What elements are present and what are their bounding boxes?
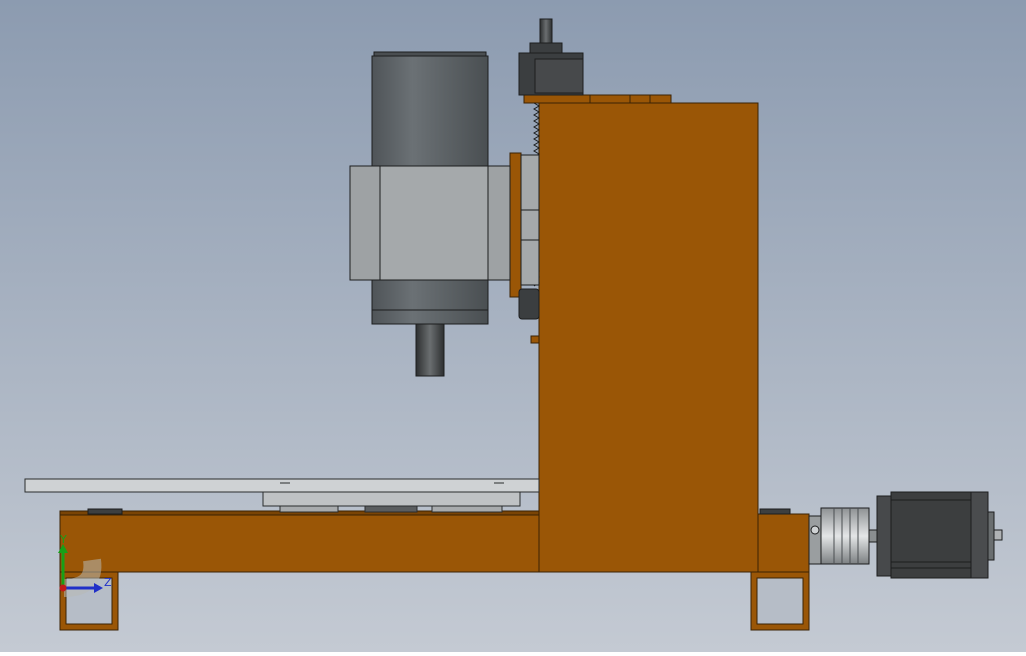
- column-small-tab: [530, 335, 540, 344]
- triad-z-label: Z: [104, 576, 112, 589]
- base-right-block[interactable]: [756, 513, 810, 573]
- stepper-rear-shaft-tip: [993, 529, 1003, 541]
- spindle-clamp[interactable]: [379, 165, 489, 281]
- triad-x-origin: [59, 584, 67, 592]
- stepper-front-flange: [876, 495, 892, 577]
- coupling-body[interactable]: [820, 507, 870, 565]
- column[interactable]: [523, 94, 759, 573]
- coupling-screw: [810, 525, 820, 535]
- base-bolt-left: [87, 508, 123, 515]
- table-rail-block-3: [431, 505, 503, 513]
- z-carriage-plate[interactable]: [509, 152, 522, 298]
- base-beam[interactable]: [59, 513, 541, 573]
- stepper-motor-icon[interactable]: [876, 491, 1003, 579]
- right-foot-inner: [756, 577, 804, 625]
- triad-y-label: Y: [59, 533, 67, 546]
- stepper-rear-shaft: [987, 511, 995, 561]
- shaft-coupling-icon[interactable]: [808, 507, 880, 565]
- stepper-rear-cap: [970, 491, 989, 579]
- table-saddle[interactable]: [262, 491, 521, 507]
- base-bolt-right: [759, 508, 791, 515]
- z-motor-mount-top: [529, 42, 563, 54]
- cad-viewport[interactable]: Y Z: [0, 0, 1026, 652]
- column-top-plate[interactable]: [523, 94, 672, 104]
- z-lower-bearing-block: [518, 288, 540, 320]
- table-top-plate[interactable]: [24, 478, 540, 493]
- spindle-clamp-right: [487, 165, 511, 281]
- spindle-shaft[interactable]: [415, 323, 445, 377]
- model-canvas[interactable]: Y Z: [0, 0, 1026, 652]
- stepper-body[interactable]: [890, 491, 972, 579]
- coupling-mount: [808, 515, 822, 565]
- column-body[interactable]: [538, 102, 759, 573]
- table-rail-block-1: [279, 505, 339, 513]
- z-motor-block-face: [534, 58, 584, 94]
- spindle-clamp-left[interactable]: [349, 165, 381, 281]
- table-rail-block-2: [364, 505, 418, 513]
- z-carriage-guide: [520, 154, 540, 286]
